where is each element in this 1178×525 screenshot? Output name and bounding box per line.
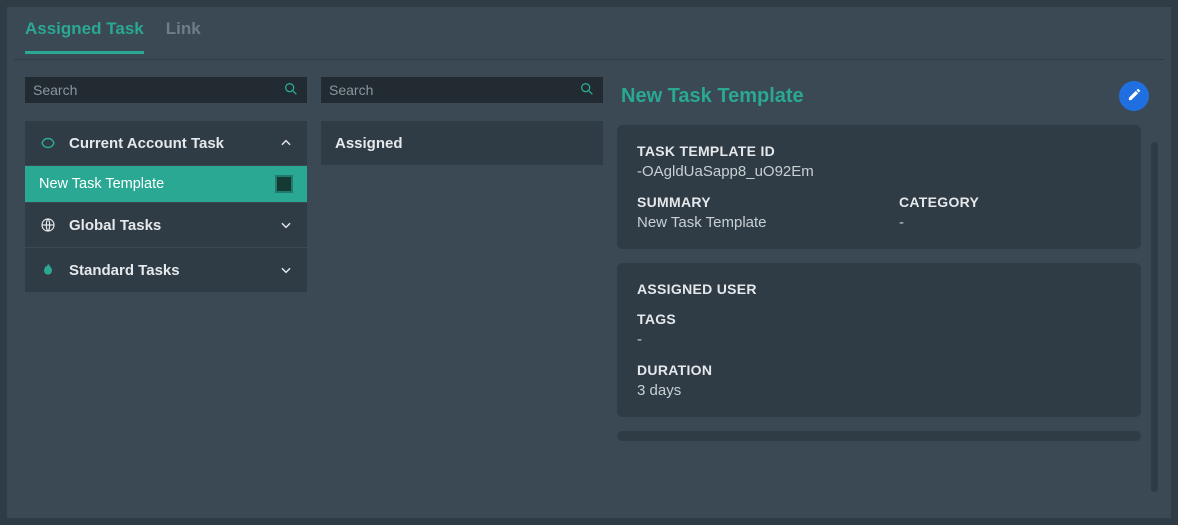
section-global-tasks[interactable]: Global Tasks [25, 203, 307, 247]
label-summary: SUMMARY [637, 194, 859, 210]
card-next-peek [617, 431, 1141, 441]
section-standard-tasks[interactable]: Standard Tasks [25, 248, 307, 292]
globe-icon [39, 216, 57, 234]
value-task-template-id: -OAgldUaSapp8_uO92Em [637, 163, 1121, 180]
pencil-icon [1127, 87, 1142, 105]
value-tags: - [637, 331, 1121, 348]
color-swatch [275, 175, 293, 193]
label-category: CATEGORY [899, 194, 1121, 210]
assigned-header[interactable]: Assigned [321, 121, 603, 165]
section-current-account-task[interactable]: Current Account Task [25, 121, 307, 165]
tree-item-label: New Task Template [39, 176, 164, 192]
chevron-down-icon [279, 263, 293, 277]
detail-scrollbar[interactable] [1151, 142, 1158, 492]
label-assigned-user: ASSIGNED USER [637, 281, 1121, 297]
section-label: Standard Tasks [69, 262, 267, 279]
swirl-icon [39, 134, 57, 152]
card-identity: TASK TEMPLATE ID -OAgldUaSapp8_uO92Em SU… [617, 125, 1141, 249]
left-search-input[interactable] [33, 82, 283, 98]
label-task-template-id: TASK TEMPLATE ID [637, 143, 1121, 159]
card-meta: ASSIGNED USER TAGS - DURATION 3 days [617, 263, 1141, 417]
value-summary: New Task Template [637, 214, 859, 231]
chevron-down-icon [279, 218, 293, 232]
value-category: - [899, 214, 1121, 231]
section-label: Current Account Task [69, 135, 267, 152]
tab-assigned-task[interactable]: Assigned Task [25, 8, 144, 54]
search-icon [579, 81, 595, 100]
tab-divider [14, 59, 1164, 60]
search-icon [283, 81, 299, 100]
edit-button[interactable] [1119, 81, 1149, 111]
label-tags: TAGS [637, 311, 1121, 327]
section-label: Global Tasks [69, 217, 267, 234]
flame-icon [39, 261, 57, 279]
tab-link[interactable]: Link [166, 8, 201, 54]
assigned-label: Assigned [335, 135, 403, 152]
value-duration: 3 days [637, 382, 1121, 399]
left-search[interactable] [25, 77, 307, 103]
tree-item-new-task-template[interactable]: New Task Template [25, 166, 307, 202]
mid-search-input[interactable] [329, 82, 579, 98]
mid-search[interactable] [321, 77, 603, 103]
tab-bar: Assigned Task Link [7, 7, 1171, 53]
detail-title: New Task Template [621, 85, 804, 108]
label-duration: DURATION [637, 362, 1121, 378]
chevron-up-icon [279, 136, 293, 150]
task-tree: Current Account Task New Task Template G… [25, 121, 307, 292]
